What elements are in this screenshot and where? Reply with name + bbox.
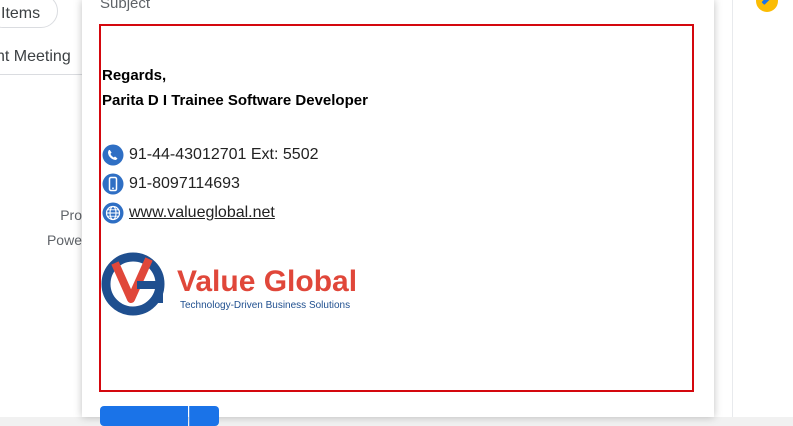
signature-name: Parita D I Trainee Software Developer — [102, 92, 368, 109]
send-options-button[interactable] — [189, 406, 219, 426]
subject-placeholder: Subject — [100, 0, 151, 12]
compose-dialog: Subject Regards, Parita D I Trainee Soft… — [82, 0, 714, 426]
side-text-2: Powe — [46, 232, 82, 248]
signature-regards: Regards, — [102, 67, 167, 84]
signature-phone: 91-44-43012701 Ext: 5502 — [129, 146, 319, 163]
signature-phone-row: 91-44-43012701 Ext: 5502 — [102, 143, 318, 167]
meeting-tab[interactable]: nt Meeting — [0, 42, 82, 75]
signature-mobile-row: 91-8097114693 — [102, 172, 240, 196]
message-body[interactable]: Regards, Parita D I Trainee Software Dev… — [99, 24, 694, 392]
company-logo: Value Global Technology-Driven Business … — [101, 251, 376, 321]
signature-mobile: 91-8097114693 — [129, 175, 240, 192]
signature-website-link[interactable]: www.valueglobal.net — [129, 204, 275, 222]
logo-tagline: Technology-Driven Business Solutions — [180, 300, 350, 311]
logo-brand: Value Global — [177, 265, 357, 298]
side-text-1: Pro — [60, 207, 82, 223]
signature-website-row: www.valueglobal.net — [102, 201, 275, 225]
phone-icon — [102, 144, 124, 166]
subject-input[interactable]: Subject — [100, 0, 695, 19]
background-left-panel: Items nt Meeting Pro Powe — [0, 0, 82, 417]
pencil-icon — [761, 0, 774, 6]
meeting-tab-label: nt Meeting — [0, 48, 71, 65]
globe-icon — [102, 202, 124, 224]
send-button[interactable] — [100, 406, 188, 426]
items-chip[interactable]: Items — [0, 0, 58, 28]
mobile-phone-icon — [102, 173, 124, 195]
panel-divider — [732, 0, 733, 417]
background-right-panel — [714, 0, 793, 417]
items-chip-label: Items — [1, 5, 41, 22]
